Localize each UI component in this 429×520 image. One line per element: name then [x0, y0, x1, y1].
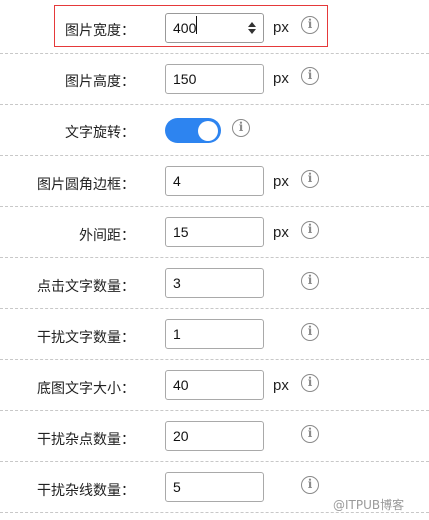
info-icon[interactable]: i	[301, 425, 319, 443]
text-rotation-toggle[interactable]	[165, 118, 221, 143]
spinner-icon[interactable]	[247, 21, 257, 35]
info-icon[interactable]: i	[301, 272, 319, 290]
row-divider	[0, 461, 429, 462]
click-text-count-input[interactable]: 3	[165, 268, 264, 298]
info-icon[interactable]: i	[301, 16, 319, 34]
row-divider	[0, 359, 429, 360]
image-border-radius-input[interactable]: 4	[165, 166, 264, 196]
info-icon[interactable]: i	[301, 323, 319, 341]
info-icon[interactable]: i	[301, 476, 319, 494]
toggle-knob	[198, 120, 218, 141]
text-caret	[196, 16, 197, 34]
image-height-input[interactable]: 150	[165, 64, 264, 94]
outer-margin-label: 外间距：	[79, 228, 135, 244]
info-icon[interactable]: i	[301, 170, 319, 188]
noise-lines-count-label: 干扰杂线数量：	[37, 483, 135, 499]
noise-text-count-value: 1	[173, 326, 181, 342]
noise-dots-count-label: 干扰杂点数量：	[37, 432, 135, 448]
info-icon[interactable]: i	[232, 119, 250, 137]
row-divider	[0, 53, 429, 54]
text-rotation-label: 文字旋转：	[65, 125, 135, 141]
background-text-size-unit: px	[273, 377, 289, 394]
watermark: @ITPUB博客	[333, 498, 405, 512]
row-divider	[0, 308, 429, 309]
noise-lines-count-value: 5	[173, 479, 181, 495]
image-height-value: 150	[173, 71, 197, 87]
info-icon[interactable]: i	[301, 374, 319, 392]
click-text-count-label: 点击文字数量：	[37, 279, 135, 295]
info-icon[interactable]: i	[301, 221, 319, 239]
background-text-size-input[interactable]: 40	[165, 370, 264, 400]
click-text-count-value: 3	[173, 275, 181, 291]
outer-margin-value: 15	[173, 224, 189, 240]
image-border-radius-unit: px	[273, 173, 289, 190]
image-width-label: 图片宽度：	[65, 23, 135, 39]
image-width-unit: px	[273, 19, 289, 36]
row-divider	[0, 257, 429, 258]
noise-lines-count-input[interactable]: 5	[165, 472, 264, 502]
noise-text-count-label: 干扰文字数量：	[37, 330, 135, 346]
noise-dots-count-input[interactable]: 20	[165, 421, 264, 451]
image-width-input[interactable]: 400	[165, 13, 264, 43]
background-text-size-value: 40	[173, 377, 189, 393]
image-width-value: 400	[173, 20, 197, 36]
info-icon[interactable]: i	[301, 67, 319, 85]
row-divider	[0, 206, 429, 207]
image-height-unit: px	[273, 70, 289, 87]
outer-margin-unit: px	[273, 224, 289, 241]
row-divider	[0, 104, 429, 105]
row-divider	[0, 410, 429, 411]
background-text-size-label: 底图文字大小：	[37, 381, 135, 397]
image-height-label: 图片高度：	[65, 74, 135, 90]
outer-margin-input[interactable]: 15	[165, 217, 264, 247]
noise-text-count-input[interactable]: 1	[165, 319, 264, 349]
row-divider	[0, 155, 429, 156]
noise-dots-count-value: 20	[173, 428, 189, 444]
image-border-radius-label: 图片圆角边框：	[37, 177, 135, 193]
image-border-radius-value: 4	[173, 173, 181, 189]
